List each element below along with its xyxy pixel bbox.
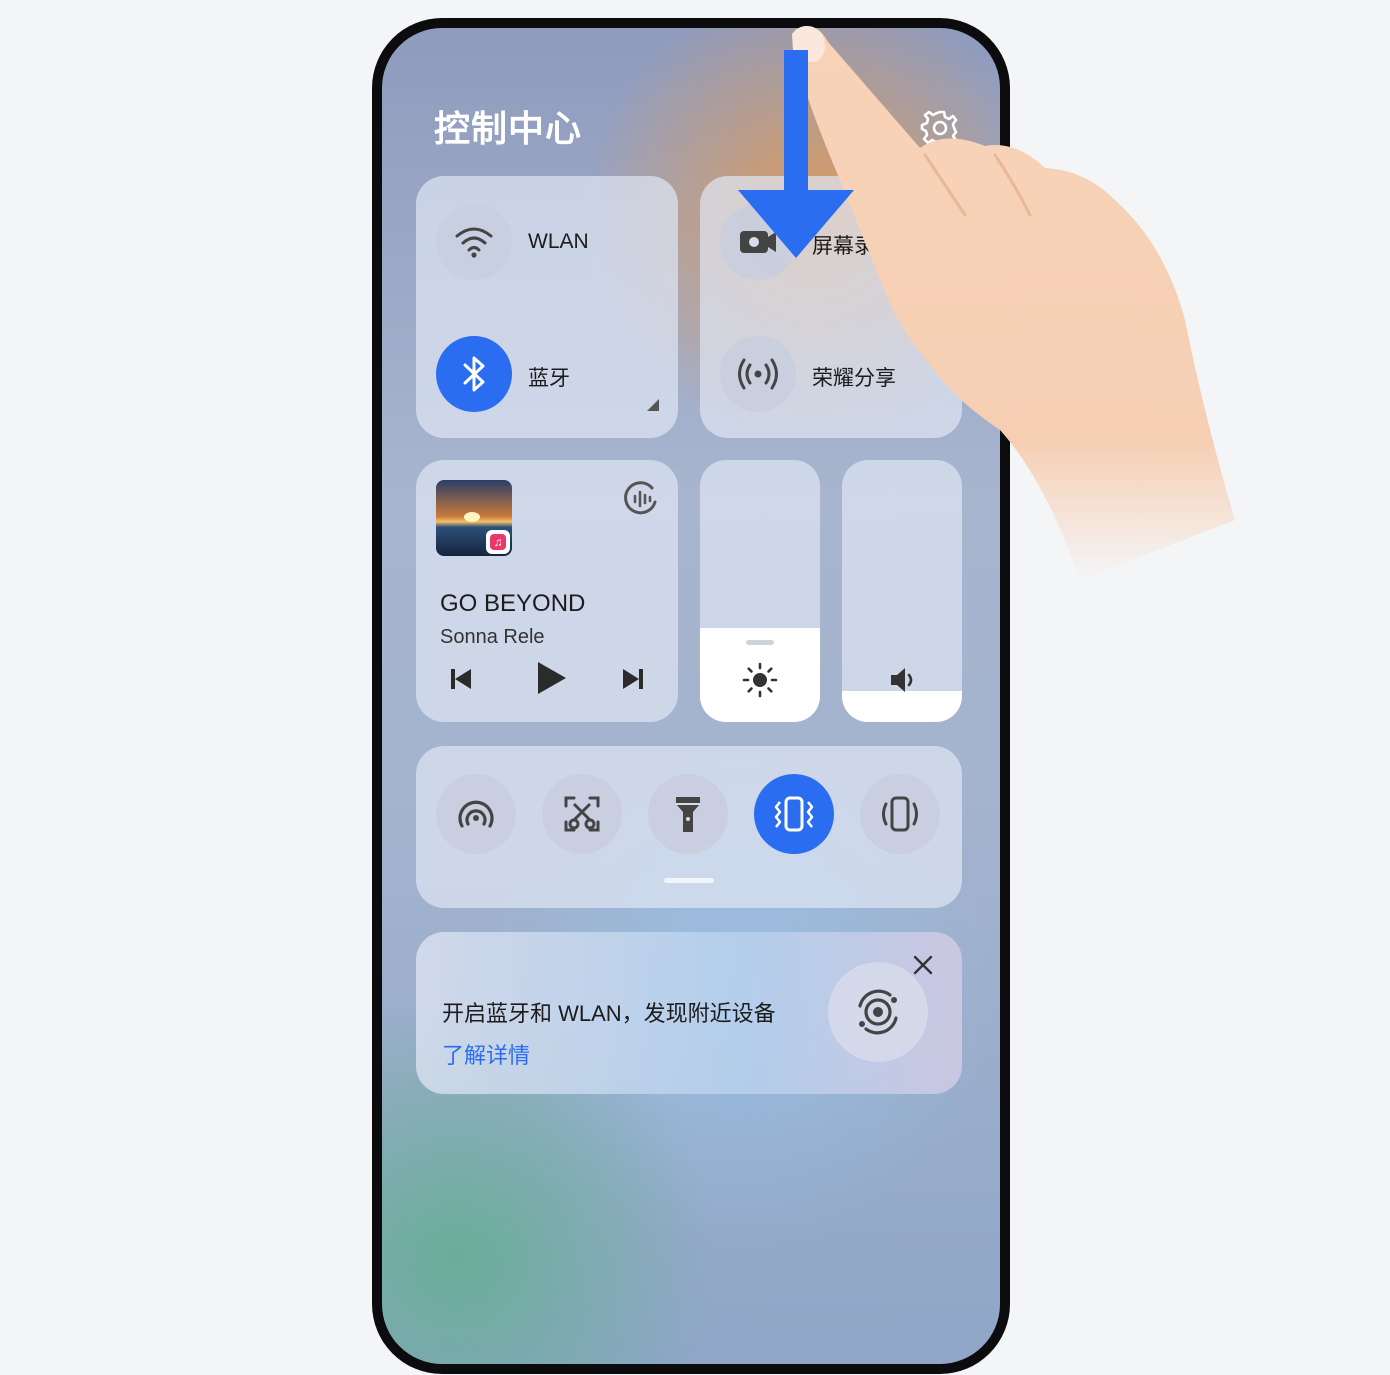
swipe-hand-illustration (738, 26, 1235, 580)
hand-shape (793, 26, 1235, 580)
